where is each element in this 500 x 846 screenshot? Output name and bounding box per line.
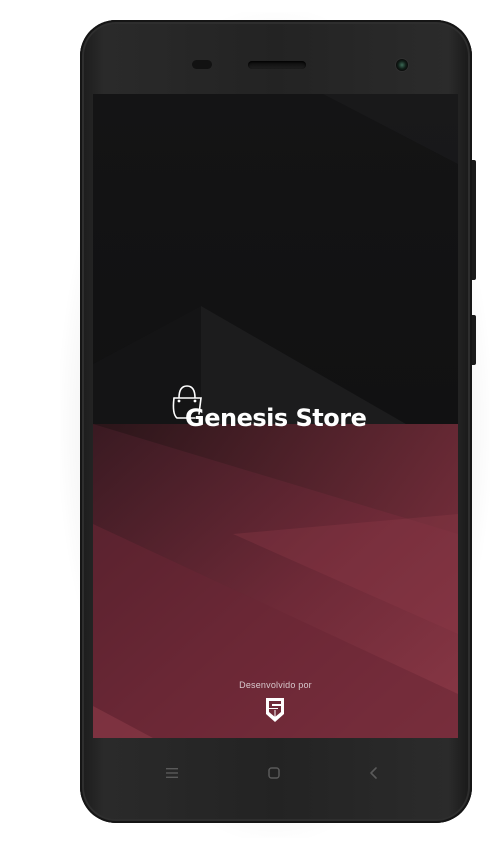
front-camera-icon <box>396 59 408 71</box>
menu-button[interactable] <box>159 760 185 786</box>
navigation-bar <box>93 750 458 796</box>
earpiece-speaker <box>248 61 306 69</box>
splash-screen[interactable]: Genesis Store Desenvolvido por <box>93 94 458 738</box>
phone-frame: Genesis Store Desenvolvido por <box>80 20 476 823</box>
proximity-sensor <box>192 60 212 69</box>
back-button[interactable] <box>361 760 387 786</box>
home-icon <box>268 767 280 779</box>
brand-title: Genesis Store <box>185 404 367 432</box>
volume-button <box>472 160 476 280</box>
brand-lockup: Genesis Store <box>165 380 395 440</box>
page: Genesis Store Desenvolvido por <box>0 0 500 846</box>
developed-by-label: Desenvolvido por <box>239 680 312 690</box>
home-button[interactable] <box>261 760 287 786</box>
menu-icon <box>166 768 178 778</box>
back-icon <box>370 767 377 779</box>
shield-logo-icon <box>266 698 284 722</box>
power-button <box>472 315 476 365</box>
